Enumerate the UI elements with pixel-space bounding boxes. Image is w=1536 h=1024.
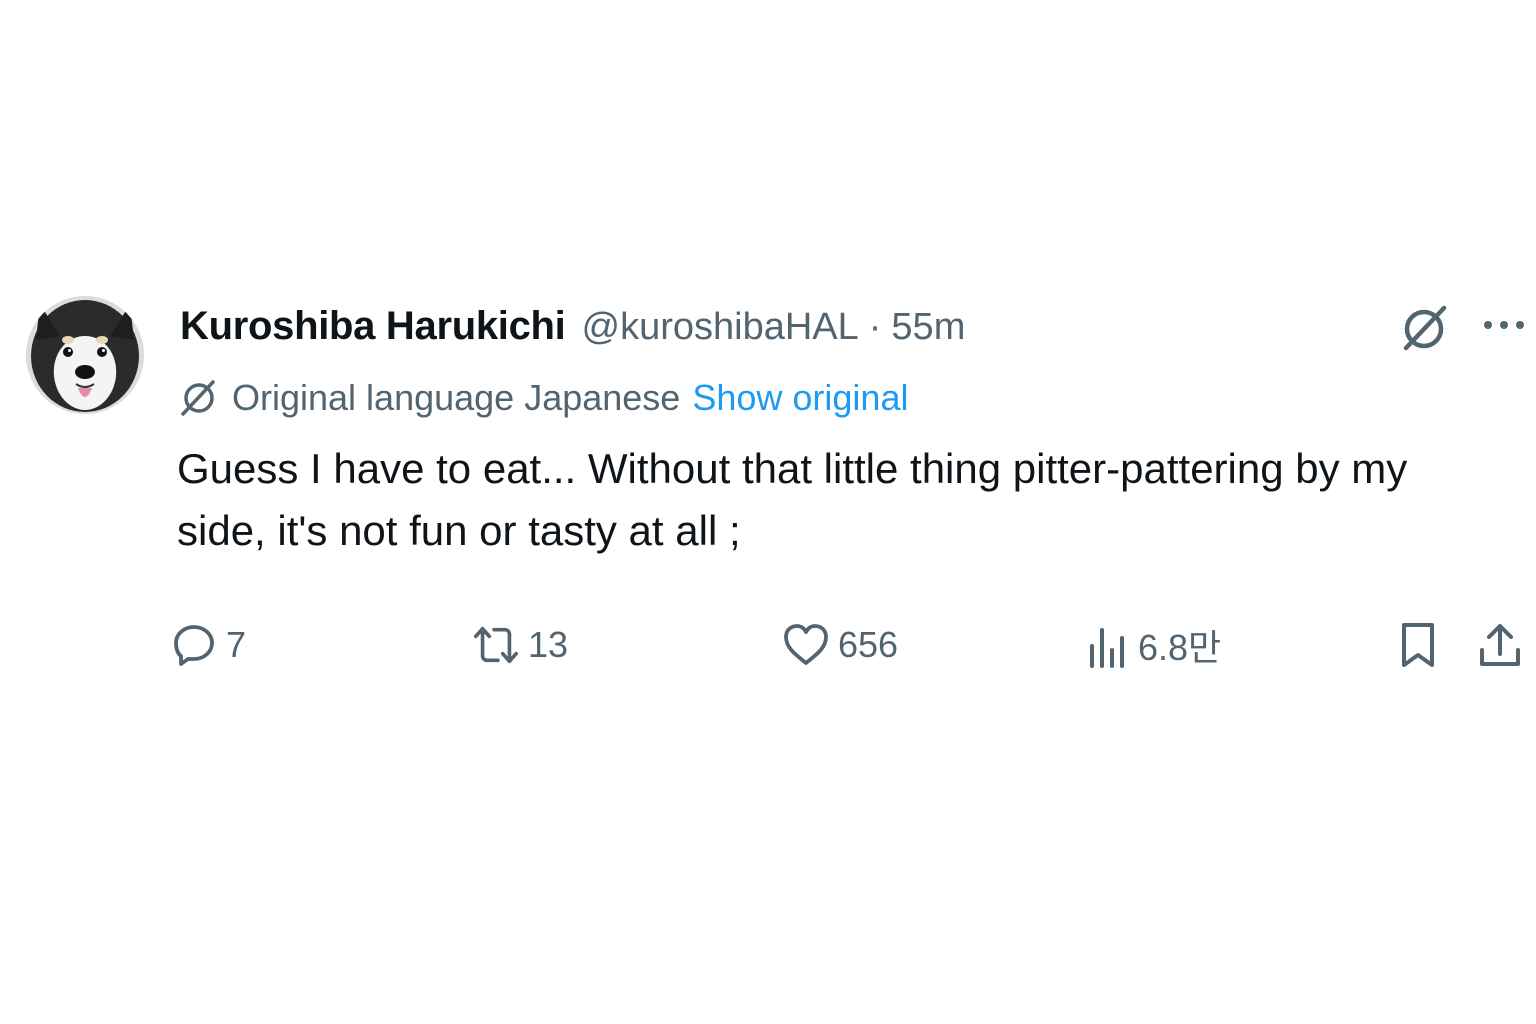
reply-icon bbox=[170, 621, 218, 669]
show-original-link[interactable]: Show original bbox=[692, 377, 908, 419]
views-count: 6.8만 bbox=[1138, 627, 1222, 668]
like-button[interactable]: 656 bbox=[782, 614, 898, 676]
share-icon bbox=[1476, 621, 1524, 669]
tweet-card: Kuroshiba Harukichi @kuroshibaHAL · 55m … bbox=[0, 0, 1536, 1024]
separator-dot: · bbox=[868, 306, 882, 348]
retweet-icon bbox=[472, 621, 520, 669]
reply-button[interactable]: 7 bbox=[170, 614, 246, 676]
bookmark-icon bbox=[1394, 621, 1442, 669]
more-options-icon[interactable] bbox=[1476, 300, 1532, 350]
dog-avatar-image bbox=[26, 296, 144, 414]
avatar[interactable] bbox=[26, 296, 144, 414]
tweet-timestamp[interactable]: 55m bbox=[891, 306, 965, 349]
like-icon bbox=[782, 621, 830, 669]
tweet-text: Guess I have to eat... Without that litt… bbox=[177, 445, 1408, 554]
share-button[interactable] bbox=[1476, 614, 1524, 676]
views-button[interactable]: 6.8만 bbox=[1082, 614, 1221, 676]
action-bar: 7 13 656 6.8만 bbox=[0, 614, 1536, 676]
tweet-header: Kuroshiba Harukichi @kuroshibaHAL · 55m bbox=[180, 304, 965, 352]
views-icon bbox=[1082, 621, 1130, 669]
bookmark-button[interactable] bbox=[1394, 614, 1442, 676]
author-name[interactable]: Kuroshiba Harukichi bbox=[180, 304, 566, 349]
retweet-button[interactable]: 13 bbox=[472, 614, 568, 676]
reply-count: 7 bbox=[226, 624, 247, 665]
retweet-count: 13 bbox=[528, 624, 569, 665]
grok-icon[interactable] bbox=[1396, 300, 1452, 356]
author-handle[interactable]: @kuroshibaHAL bbox=[582, 306, 859, 349]
like-count: 656 bbox=[838, 624, 899, 665]
translation-notice: Original language Japanese Show original bbox=[176, 376, 908, 420]
grok-icon bbox=[176, 376, 220, 420]
translation-label: Original language Japanese bbox=[232, 377, 681, 418]
